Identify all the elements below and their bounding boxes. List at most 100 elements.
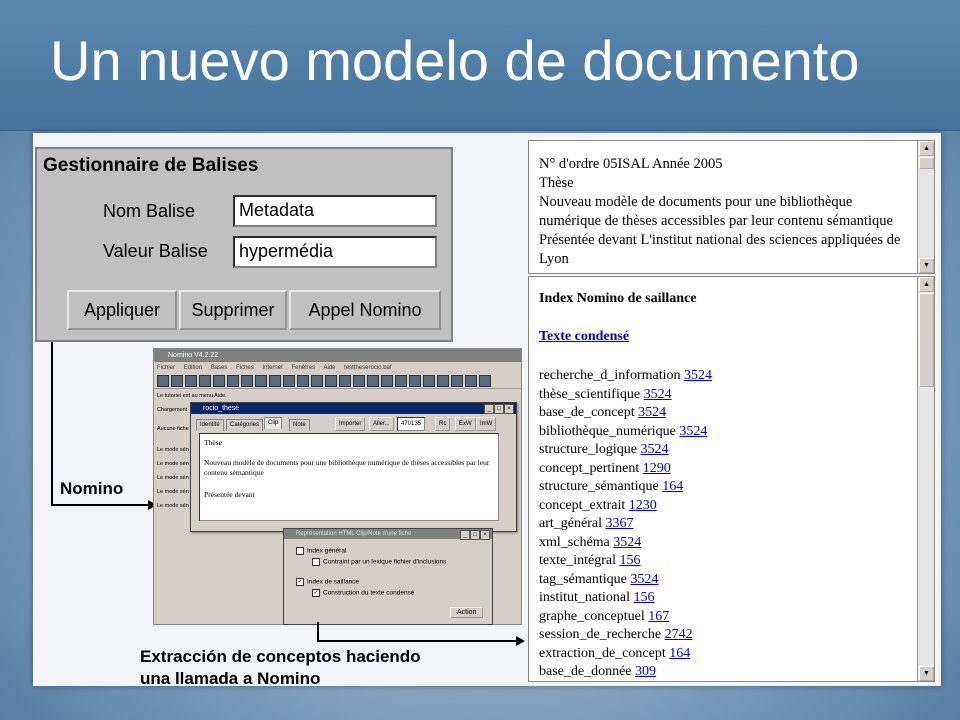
index-general-checkbox[interactable]: Index général xyxy=(296,547,346,555)
menu-fichier[interactable]: Fichier xyxy=(157,365,175,371)
header-line: N° d'ordre 05ISAL Année 2005 xyxy=(539,156,723,172)
tab-identite[interactable]: Identité xyxy=(196,419,224,431)
scroll-down-icon[interactable]: ▼ xyxy=(919,666,934,681)
index-term-link[interactable]: 1290 xyxy=(643,461,671,476)
toolbar-button-icon[interactable] xyxy=(395,375,407,387)
index-term-link[interactable]: 164 xyxy=(669,646,690,661)
toolbar-button-icon[interactable] xyxy=(171,375,183,387)
header-line: Nouveau modèle de documents pour une bib… xyxy=(539,194,853,210)
supprimer-button[interactable]: Supprimer xyxy=(179,290,287,330)
texte-condense-link[interactable]: Texte condensé xyxy=(539,329,629,345)
close-icon[interactable]: × xyxy=(480,530,490,540)
index-term-row: structure_sémantique 164 xyxy=(539,478,683,496)
toolbar-button-icon[interactable] xyxy=(451,375,463,387)
nom-balise-input[interactable]: Metadata xyxy=(233,195,437,227)
scroll-up-icon[interactable]: ▲ xyxy=(919,141,934,156)
imw-button[interactable]: ImW xyxy=(476,417,497,431)
balises-heading: Gestionnaire de Balises xyxy=(43,155,259,176)
index-saillance-checkbox[interactable]: ✓ Index de saillance xyxy=(296,578,359,586)
toolbar-button-icon[interactable] xyxy=(423,375,435,387)
index-term-link[interactable]: 1230 xyxy=(629,498,657,513)
scroll-up-icon[interactable]: ▲ xyxy=(919,277,934,292)
menu-bases[interactable]: Bases xyxy=(211,365,228,371)
header-line: Lyon xyxy=(539,251,569,267)
extraction-caption-line-1: Extracción de conceptos haciendo xyxy=(140,647,421,666)
appliquer-button[interactable]: Appliquer xyxy=(67,290,177,330)
index-term-row: session_de_recherche 2742 xyxy=(539,626,693,644)
toolbar-button-icon[interactable] xyxy=(479,375,491,387)
action-button[interactable]: Action xyxy=(450,607,484,618)
menu-aide[interactable]: Aide xyxy=(323,365,335,371)
menu-fiches[interactable]: Fiches xyxy=(236,365,254,371)
minimize-icon[interactable]: _ xyxy=(484,404,494,414)
index-term-link[interactable]: 309 xyxy=(635,664,656,679)
vertical-scrollbar[interactable]: ▲ ▼ xyxy=(917,141,934,273)
maximize-icon[interactable]: □ xyxy=(494,404,504,414)
index-term-link[interactable]: 2742 xyxy=(665,627,693,642)
index-term: institut_national xyxy=(539,590,630,605)
fiche-number-input[interactable]: 470135 xyxy=(397,417,426,431)
texte-condense-checkbox[interactable]: ✓ Construction du texte condensé xyxy=(312,589,414,597)
close-icon[interactable]: × xyxy=(504,404,514,414)
toolbar-button-icon[interactable] xyxy=(227,375,239,387)
toolbar-button-icon[interactable] xyxy=(297,375,309,387)
toolbar-button-icon[interactable] xyxy=(325,375,337,387)
index-term-link[interactable]: 3524 xyxy=(630,572,658,587)
rc-button[interactable]: Rc xyxy=(435,417,451,431)
header-line: numérique de thèses accessibles par leur… xyxy=(539,213,893,229)
log-line: Le mode sén xyxy=(157,475,189,481)
menu-fenetres[interactable]: Fenêtres xyxy=(291,365,315,371)
maximize-icon[interactable]: □ xyxy=(470,530,480,540)
toolbar-button-icon[interactable] xyxy=(213,375,225,387)
index-term-link[interactable]: 3524 xyxy=(613,535,641,550)
menu-internet[interactable]: Internet xyxy=(262,365,282,371)
lexique-checkbox[interactable]: Contraint par un lexique fichier d'inclu… xyxy=(312,558,446,566)
toolbar-button-icon[interactable] xyxy=(269,375,281,387)
index-term-link[interactable]: 3524 xyxy=(679,424,707,439)
tab-clip[interactable]: Clip xyxy=(264,417,283,429)
toolbar-button-icon[interactable] xyxy=(283,375,295,387)
log-line: Le mode sén xyxy=(157,503,189,509)
toolbar-button-icon[interactable] xyxy=(339,375,351,387)
toolbar-button-icon[interactable] xyxy=(255,375,267,387)
clip-text-area[interactable]: Thèse Nouveau modèle de documents pour u… xyxy=(199,433,499,521)
appel-nomino-button[interactable]: Appel Nomino xyxy=(289,290,441,330)
index-term-link[interactable]: 167 xyxy=(648,609,669,624)
toolbar-button-icon[interactable] xyxy=(311,375,323,387)
valeur-balise-input[interactable]: hypermédia xyxy=(233,236,437,268)
scroll-thumb[interactable] xyxy=(919,293,934,387)
index-term-link[interactable]: 164 xyxy=(662,479,683,494)
toolbar-button-icon[interactable] xyxy=(409,375,421,387)
index-title: Index Nomino de saillance xyxy=(539,291,697,306)
importer-button[interactable]: Importer xyxy=(335,417,366,431)
menu-file-name: testtheserocio.baf xyxy=(344,365,392,371)
toolbar-button-icon[interactable] xyxy=(381,375,393,387)
toolbar-button-icon[interactable] xyxy=(199,375,211,387)
toolbar-button-icon[interactable] xyxy=(185,375,197,387)
menu-edition[interactable]: Edition xyxy=(184,365,202,371)
minimize-icon[interactable]: _ xyxy=(460,530,470,540)
scroll-down-icon[interactable]: ▼ xyxy=(919,258,934,273)
toolbar-button-icon[interactable] xyxy=(367,375,379,387)
tab-categories[interactable]: Catégories xyxy=(226,419,264,431)
index-term-link[interactable]: 156 xyxy=(634,590,655,605)
slide-title: Un nuevo modelo de documento xyxy=(50,29,860,92)
toolbar-button-icon[interactable] xyxy=(353,375,365,387)
vertical-scrollbar[interactable]: ▲ ▼ xyxy=(917,277,934,681)
index-term-link[interactable]: 3367 xyxy=(605,516,633,531)
exw-button[interactable]: ExW xyxy=(455,417,476,431)
toolbar-button-icon[interactable] xyxy=(437,375,449,387)
connector-line xyxy=(317,640,517,642)
index-term-link[interactable]: 3524 xyxy=(644,387,672,402)
aller-button[interactable]: Aller... xyxy=(369,417,394,431)
scroll-thumb[interactable] xyxy=(919,157,934,169)
toolbar-button-icon[interactable] xyxy=(157,375,169,387)
index-term-link[interactable]: 156 xyxy=(619,553,640,568)
index-term-link[interactable]: 3524 xyxy=(640,442,668,457)
tab-note[interactable]: Note xyxy=(289,419,310,431)
index-term-link[interactable]: 3524 xyxy=(638,405,666,420)
toolbar-button-icon[interactable] xyxy=(241,375,253,387)
index-term-link[interactable]: 3524 xyxy=(684,368,712,383)
toolbar-button-icon[interactable] xyxy=(465,375,477,387)
index-term-row: texte_intégral 156 xyxy=(539,552,640,570)
